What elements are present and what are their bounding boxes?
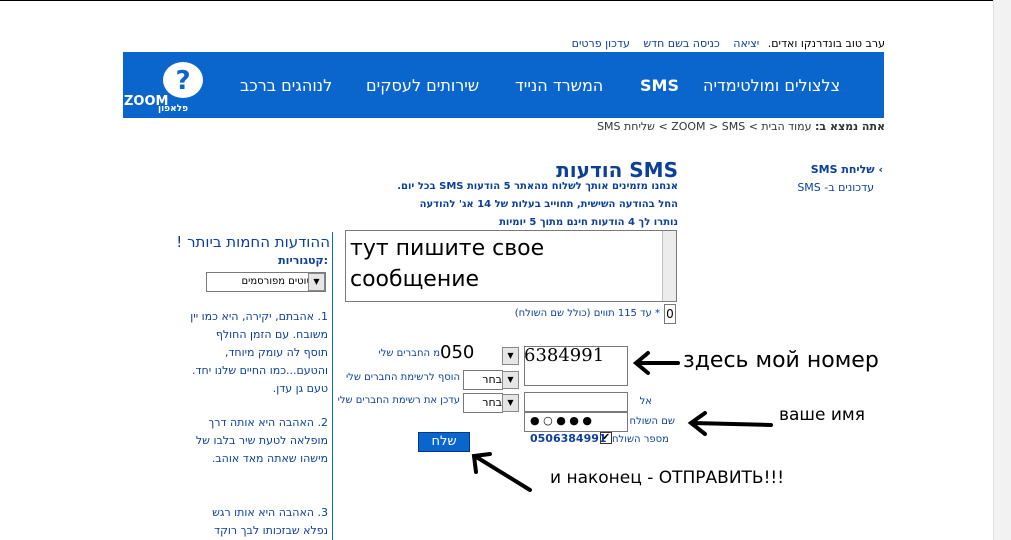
add-friend-select[interactable]: בחר <box>463 370 503 390</box>
logo-subtext: פלאפון <box>158 104 189 114</box>
nav-sms[interactable]: SMS <box>640 76 679 95</box>
chevron-down-icon[interactable]: ▼ <box>502 394 519 412</box>
hot-message-2[interactable]: 2. האהבה היא אותה דרך מופלאה לטעת שיר בל… <box>190 414 328 468</box>
hot-message-3[interactable]: 3. האהבה היא אותו רגש נפלא שבזכותו לבך ר… <box>190 504 328 540</box>
chevron-down-icon[interactable]: ▼ <box>502 371 519 389</box>
update-friend-select[interactable]: בחר <box>463 393 503 413</box>
logout-link[interactable]: יציאה <box>733 37 759 50</box>
phone-number-value: 6384991 <box>524 345 605 366</box>
chevron-down-icon[interactable]: ▼ <box>308 273 325 291</box>
label-sender-number: מספר השולח <box>612 434 669 445</box>
char-counter: 0 <box>664 304 676 324</box>
char-limit-note: * עד 115 תווים (כולל שם השולח) <box>514 308 660 319</box>
panel-divider <box>332 232 333 540</box>
label-sender-name: שם השולח <box>629 416 675 427</box>
breadcrumb-prefix: אתה נמצא ב: <box>815 120 885 133</box>
top-border <box>0 0 1011 1</box>
login-other-link[interactable]: כניסה בשם חדש <box>643 37 719 50</box>
label-add-friend: הוסף לרשימת החברים שלי <box>345 372 460 383</box>
categories-label: קטגוריות: <box>278 254 328 267</box>
arrow-up-left-icon <box>471 452 532 492</box>
hot-message-1[interactable]: 1. אהבתם, יקירה, היא כמו יין משובח. עם ה… <box>190 308 328 398</box>
info-line-3: נותרו לך 4 הודעות חינם מתוך 5 יומיות <box>499 217 678 228</box>
greeting-bar: ערב טוב בונדרנקו ואדים. יציאה כניסה בשם … <box>560 37 885 50</box>
label-update-friends: עדכן את רשימת החברים שלי <box>337 395 460 406</box>
message-text: тут пишите свое сообщение <box>350 236 545 292</box>
breadcrumb: אתה נמצא ב: עמוד הבית > ZOOM > SMS > שלי… <box>560 120 885 133</box>
update-details-link[interactable]: עדכון פרטים <box>572 37 630 50</box>
textarea-scrollbar[interactable] <box>662 231 676 301</box>
sender-number-value: 0506384991 <box>530 432 607 445</box>
annotation-send: и наконец - ОТПРАВИТЬ!!! <box>550 468 785 488</box>
to-input[interactable] <box>524 392 628 412</box>
nav-business[interactable]: שירותים לעסקים <box>366 76 479 95</box>
hot-messages-title: ההודעות החמות ביותר ! <box>176 233 330 251</box>
nav-drivers[interactable]: לנוהגים ברכב <box>240 76 332 95</box>
message-textarea[interactable]: тут пишите свое сообщение <box>345 230 677 302</box>
chevron-down-icon[interactable]: ▼ <box>502 347 519 365</box>
sender-name-value: ● ○ ● ● ● <box>530 414 592 427</box>
svg-text:?: ? <box>175 66 190 96</box>
sidebar-item-sms-updates[interactable]: עדכונים ב- SMS <box>770 181 874 194</box>
sidebar-item-send-sms[interactable]: › שליחת SMS <box>770 163 883 176</box>
info-line-2: החל בהודעה השישית, תחוייב בעלות של 14 אג… <box>419 199 678 210</box>
window-scrollbar[interactable] <box>993 0 1011 540</box>
arrow-left-icon <box>687 411 773 436</box>
annotation-name: ваше имя <box>779 405 865 425</box>
nav-ringtones[interactable]: צלצולים ומולטימדיה <box>703 76 840 95</box>
greeting-text: ערב טוב בונדרנקו ואדים. <box>767 37 885 50</box>
send-button[interactable]: שלח <box>418 432 470 452</box>
prefix-value[interactable]: 050 <box>440 342 474 363</box>
nav-mobile-office[interactable]: המשרד הנייד <box>515 76 603 95</box>
label-from-friends: מ החברים שלי <box>378 348 440 359</box>
arrow-left-icon <box>632 351 680 375</box>
breadcrumb-path[interactable]: עמוד הבית > ZOOM > SMS > שליחת SMS <box>597 120 811 133</box>
page-title: הודעות SMS <box>556 158 678 182</box>
label-to: אל <box>639 396 652 407</box>
annotation-number: здесь мой номер <box>683 348 879 373</box>
info-line-1: אנחנו מזמינים אותך לשלוח מהאתר 5 הודעות … <box>397 181 678 192</box>
